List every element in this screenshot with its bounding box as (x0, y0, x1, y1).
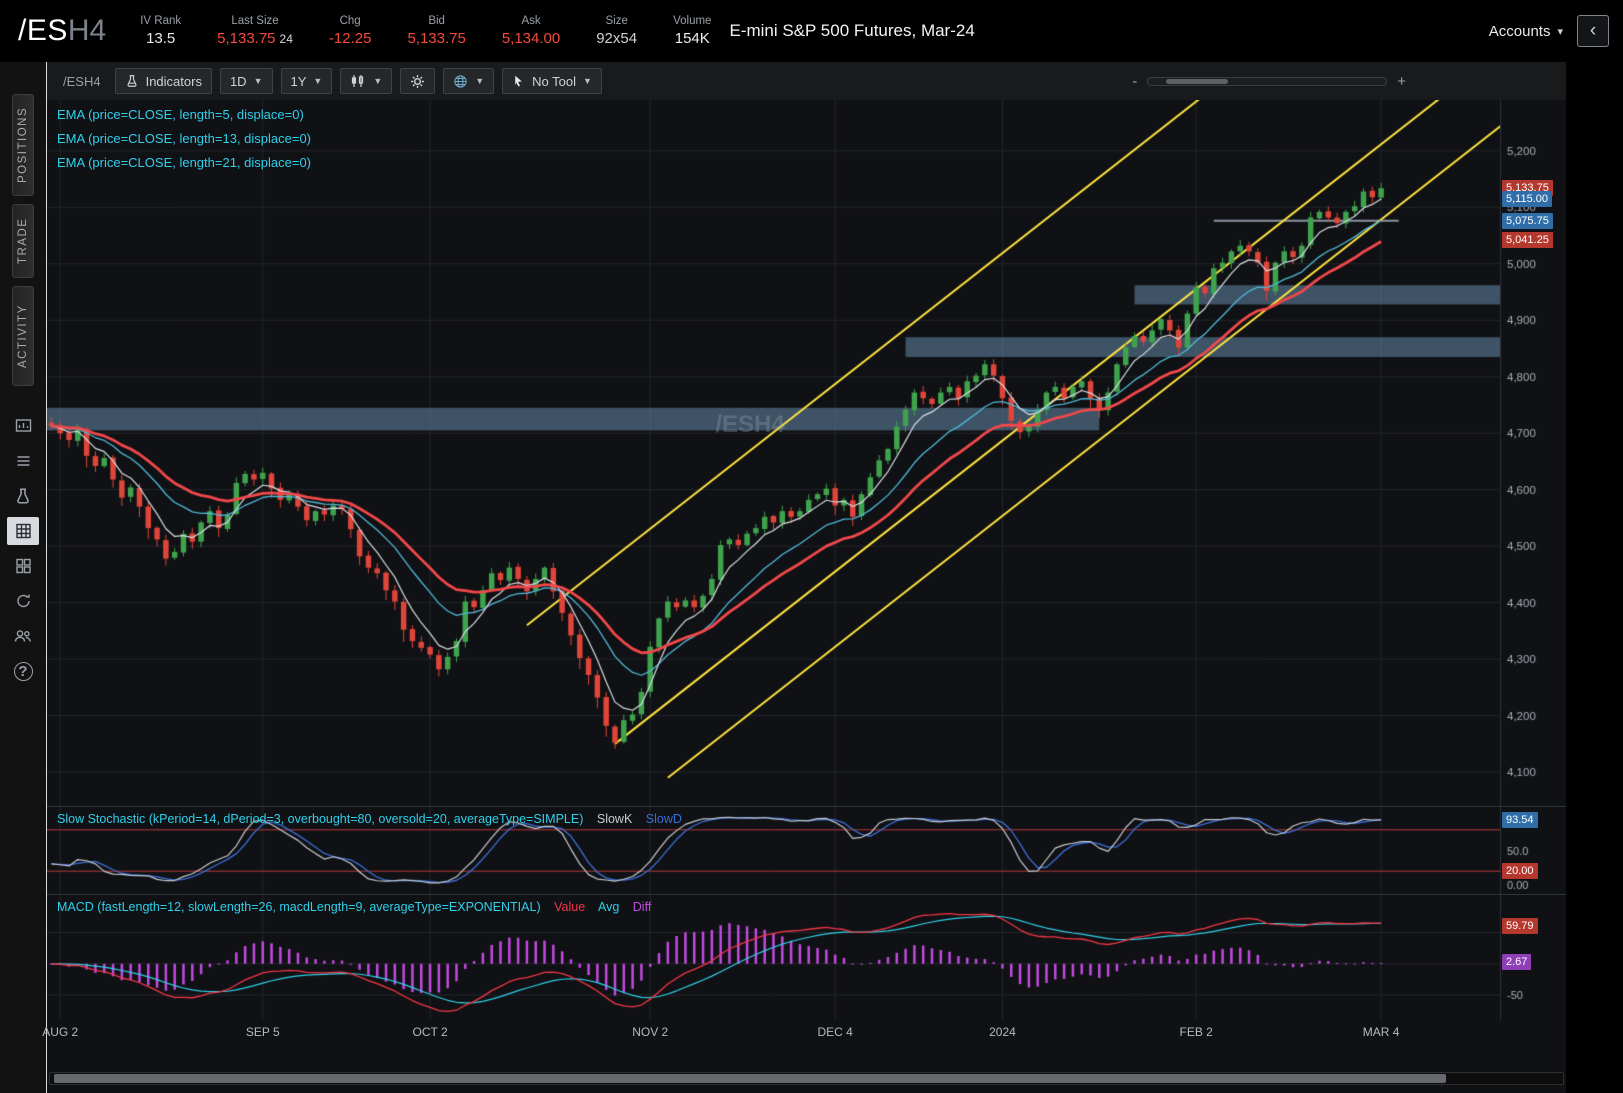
scrollbar-thumb[interactable] (54, 1074, 1446, 1083)
sidebar-tab-trade[interactable]: TRADE (12, 204, 34, 278)
globe-layers-dropdown[interactable]: ▼ (443, 68, 495, 94)
price-pane: EMA (price=CLOSE, length=5, displace=0) … (47, 100, 1566, 806)
collapse-panel-button[interactable]: ‹ (1577, 15, 1609, 47)
drawing-tool-dropdown[interactable]: No Tool ▼ (502, 68, 602, 94)
chevron-down-icon: ▼ (373, 76, 383, 86)
beaker-icon[interactable] (7, 482, 39, 510)
symbol-contract-code: H4 (67, 14, 107, 47)
chevron-down-icon: ▼ (475, 76, 485, 86)
chart-settings-button[interactable] (400, 68, 436, 94)
range-dropdown[interactable]: 1Y ▼ (280, 68, 333, 94)
chart-toolbar: /ESH4 Indicators 1D ▼ 1Y ▼ ▼ ▼ No Tool ▼… (47, 62, 1566, 100)
accounts-dropdown[interactable]: Accounts ▾ (1489, 23, 1563, 40)
gear-icon (411, 74, 425, 88)
indicators-button[interactable]: Indicators (114, 68, 212, 94)
header-right: Accounts ▾ ‹ (1489, 15, 1609, 47)
chart-region: /ESH4 Indicators 1D ▼ 1Y ▼ ▼ ▼ No Tool ▼… (42, 62, 1566, 1093)
zoom-in-button[interactable]: + (1397, 73, 1406, 90)
time-axis-label: NOV 2 (632, 1025, 669, 1039)
chevron-down-icon: ▼ (313, 76, 323, 86)
chart-columns-icon[interactable] (7, 412, 39, 440)
trading-app-window: /ES H4 IV Rank 13.5 Last Size 5,133.75 24 … (0, 0, 1623, 1093)
header-bar: /ES H4 IV Rank 13.5 Last Size 5,133.75 24 … (0, 0, 1623, 62)
users-icon[interactable] (7, 622, 39, 650)
pane-symbol-label: /ESH4 (63, 73, 101, 89)
history-refresh-icon[interactable] (7, 587, 39, 615)
timeframe-dropdown[interactable]: 1D ▼ (219, 68, 273, 94)
stat-size: Size 92x54 (596, 15, 638, 47)
stat-ask: Ask 5,134.00 (501, 15, 561, 47)
stat-volume: Volume 154K (673, 15, 712, 47)
chart-type-dropdown[interactable]: ▼ (340, 68, 393, 94)
main-area: POSITIONS TRADE ACTIVITY ? /ESH4 Indicat… (0, 62, 1623, 1093)
sidebar-icon-column: ? (7, 412, 39, 685)
zoom-control: - + (1132, 73, 1406, 90)
instrument-title: E-mini S&P 500 Futures, Mar-24 (729, 21, 975, 40)
grid-squares-icon[interactable] (7, 552, 39, 580)
time-axis-label: DEC 4 (817, 1025, 853, 1039)
symbol-text: /ES (18, 14, 68, 47)
stat-bid: Bid 5,133.75 (407, 15, 466, 47)
time-axis-label: OCT 2 (412, 1025, 448, 1039)
time-axis-label: MAR 4 (1362, 1025, 1400, 1039)
chevron-down-icon: ▾ (1557, 25, 1563, 38)
stat-last-size: Last Size 5,133.75 24 (217, 15, 293, 47)
sidebar-tab-positions[interactable]: POSITIONS (12, 94, 34, 196)
chevron-down-icon: ▼ (583, 76, 592, 86)
pattern-grid-icon[interactable] (7, 517, 39, 545)
time-axis-label: 2024 (989, 1025, 1016, 1039)
zoom-slider-thumb[interactable] (1166, 78, 1229, 84)
time-axis-label: AUG 2 (42, 1025, 79, 1039)
stochastic-canvas[interactable] (47, 807, 1566, 894)
macd-pane: MACD (fastLength=12, slowLength=26, macd… (47, 894, 1566, 1020)
help-icon[interactable]: ? (7, 657, 39, 685)
quote-stats: IV Rank 13.5 Last Size 5,133.75 24 Chg -1… (140, 15, 711, 47)
macd-canvas[interactable] (47, 895, 1566, 1020)
time-axis: AUG 2 SEP 5 OCT 2 NOV 2 DEC 4 2024 FEB 2 MAR 4 (42, 1020, 1566, 1046)
symbol-block: /ES H4 (18, 14, 106, 48)
chevron-down-icon: ▼ (253, 76, 263, 86)
price-chart-canvas[interactable] (47, 100, 1566, 806)
cursor-icon (515, 75, 522, 87)
stat-change: Chg -12.25 (328, 15, 372, 47)
stochastic-pane: Slow Stochastic (kPeriod=14, dPeriod=3, … (47, 806, 1566, 894)
last-trade-size: 24 (279, 32, 293, 46)
zoom-slider-track[interactable] (1147, 76, 1388, 86)
chart-scrollbar[interactable] (49, 1072, 1564, 1085)
list-icon[interactable] (7, 447, 39, 475)
chart-panes: EMA (price=CLOSE, length=5, displace=0) … (42, 100, 1566, 1093)
left-sidebar: POSITIONS TRADE ACTIVITY ? (0, 62, 46, 1093)
time-axis-label: FEB 2 (1179, 1025, 1213, 1039)
zoom-out-button[interactable]: - (1132, 73, 1137, 90)
stat-iv-rank: IV Rank 13.5 (140, 15, 182, 47)
time-axis-label: SEP 5 (245, 1025, 280, 1039)
candlestick-icon (352, 75, 364, 87)
globe-icon (454, 74, 467, 88)
sidebar-tab-activity[interactable]: ACTIVITY (12, 286, 34, 386)
